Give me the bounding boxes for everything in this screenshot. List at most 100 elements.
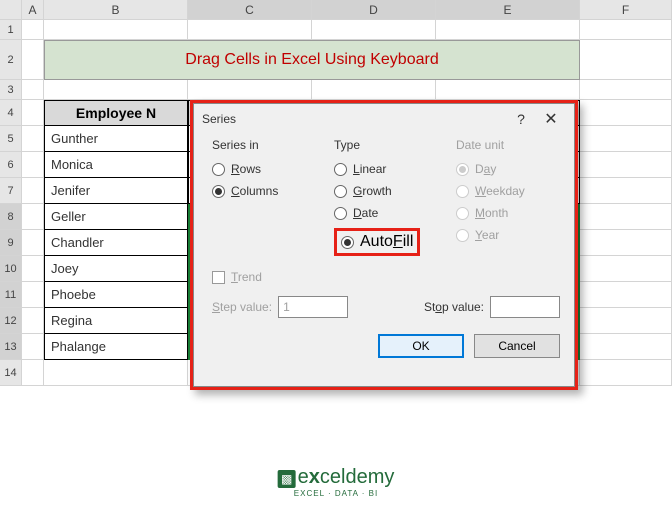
cell[interactable]: [44, 80, 188, 100]
cell[interactable]: [580, 178, 672, 204]
date-unit-group: Date unit Day Weekday Month Year: [456, 138, 560, 256]
close-icon[interactable]: ✕: [536, 105, 566, 133]
cell[interactable]: [188, 80, 312, 100]
cell[interactable]: [22, 152, 44, 178]
row-header-2[interactable]: 2: [0, 40, 22, 80]
cell[interactable]: [312, 20, 436, 40]
table-cell-name[interactable]: Chandler: [44, 230, 188, 256]
col-header-f[interactable]: F: [580, 0, 672, 19]
cell[interactable]: [22, 40, 44, 80]
radio-autofill-label[interactable]: AutoFill: [360, 233, 413, 251]
series-in-label: Series in: [212, 138, 316, 152]
cancel-button[interactable]: Cancel: [474, 334, 560, 358]
row-header-8[interactable]: 8: [0, 204, 22, 230]
cell[interactable]: [436, 20, 580, 40]
col-header-a[interactable]: A: [22, 0, 44, 19]
table-cell-name[interactable]: Geller: [44, 204, 188, 230]
trend-checkbox: Trend: [212, 270, 560, 284]
cell[interactable]: [22, 100, 44, 126]
cell[interactable]: [22, 126, 44, 152]
radio-month: Month: [456, 206, 560, 220]
col-header-e[interactable]: E: [436, 0, 580, 19]
row-header-7[interactable]: 7: [0, 178, 22, 204]
cell[interactable]: [580, 80, 672, 100]
cell[interactable]: [22, 230, 44, 256]
column-headers: A B C D E F: [0, 0, 672, 20]
step-value-input: [278, 296, 348, 318]
row-header-10[interactable]: 10: [0, 256, 22, 282]
cell[interactable]: [22, 178, 44, 204]
dialog-titlebar[interactable]: Series ? ✕: [194, 104, 574, 134]
radio-date[interactable]: Date: [334, 206, 438, 220]
cell[interactable]: [580, 282, 672, 308]
cell[interactable]: [312, 80, 436, 100]
table-cell-name[interactable]: Joey: [44, 256, 188, 282]
ok-button[interactable]: OK: [378, 334, 464, 358]
cell[interactable]: [22, 20, 44, 40]
cell[interactable]: [436, 80, 580, 100]
series-in-group: Series in Rows Columns: [212, 138, 316, 256]
cell[interactable]: [580, 204, 672, 230]
col-header-c[interactable]: C: [188, 0, 312, 19]
stop-value-input[interactable]: [490, 296, 560, 318]
cell[interactable]: [22, 308, 44, 334]
table-header-name[interactable]: Employee N: [44, 100, 188, 126]
radio-linear[interactable]: Linear: [334, 162, 438, 176]
cell[interactable]: [580, 20, 672, 40]
radio-columns[interactable]: Columns: [212, 184, 316, 198]
cell[interactable]: [580, 40, 672, 80]
row-header-6[interactable]: 6: [0, 152, 22, 178]
cell[interactable]: [188, 20, 312, 40]
radio-day: Day: [456, 162, 560, 176]
row-headers: 1 2 3 4 5 6 7 8 9 10 11 12 13 14: [0, 20, 22, 386]
col-header-b[interactable]: B: [44, 0, 188, 19]
table-cell-name[interactable]: Gunther: [44, 126, 188, 152]
row-header-13[interactable]: 13: [0, 334, 22, 360]
series-dialog: Series ? ✕ Series in Rows Columns Type L…: [193, 103, 575, 387]
row-header-3[interactable]: 3: [0, 80, 22, 100]
col-header-d[interactable]: D: [312, 0, 436, 19]
autofill-highlight: AutoFill: [334, 228, 420, 256]
row-header-9[interactable]: 9: [0, 230, 22, 256]
series-dialog-highlight: Series ? ✕ Series in Rows Columns Type L…: [190, 100, 578, 390]
radio-autofill-circle[interactable]: [341, 236, 354, 249]
row-header-11[interactable]: 11: [0, 282, 22, 308]
cell[interactable]: [580, 256, 672, 282]
date-unit-label: Date unit: [456, 138, 560, 152]
row-header-14[interactable]: 14: [0, 360, 22, 386]
radio-year: Year: [456, 228, 560, 242]
cell[interactable]: [580, 152, 672, 178]
row-header-5[interactable]: 5: [0, 126, 22, 152]
cell[interactable]: [22, 334, 44, 360]
cell[interactable]: [580, 360, 672, 386]
table-cell-name[interactable]: Phalange: [44, 334, 188, 360]
cell[interactable]: [22, 282, 44, 308]
table-cell-name[interactable]: Phoebe: [44, 282, 188, 308]
stop-value-label: Stop value:: [424, 300, 484, 314]
cell[interactable]: [580, 308, 672, 334]
cell[interactable]: [44, 20, 188, 40]
title-banner[interactable]: Drag Cells in Excel Using Keyboard: [44, 40, 580, 80]
table-cell-name[interactable]: Monica: [44, 152, 188, 178]
cell[interactable]: [22, 360, 44, 386]
cell[interactable]: [580, 334, 672, 360]
help-icon[interactable]: ?: [506, 105, 536, 133]
cell[interactable]: [22, 256, 44, 282]
cell[interactable]: [22, 80, 44, 100]
cell[interactable]: [580, 100, 672, 126]
dialog-title: Series: [202, 112, 236, 126]
table-cell-name[interactable]: Jenifer: [44, 178, 188, 204]
radio-weekday: Weekday: [456, 184, 560, 198]
cell[interactable]: [580, 230, 672, 256]
cell[interactable]: [580, 126, 672, 152]
radio-growth[interactable]: Growth: [334, 184, 438, 198]
radio-rows[interactable]: Rows: [212, 162, 316, 176]
cell[interactable]: [22, 204, 44, 230]
row-header-1[interactable]: 1: [0, 20, 22, 40]
table-cell-name[interactable]: Regina: [44, 308, 188, 334]
row-header-4[interactable]: 4: [0, 100, 22, 126]
cell[interactable]: [44, 360, 188, 386]
type-group: Type Linear Growth Date AutoFill: [334, 138, 438, 256]
row-header-12[interactable]: 12: [0, 308, 22, 334]
select-all-corner[interactable]: [0, 0, 22, 19]
